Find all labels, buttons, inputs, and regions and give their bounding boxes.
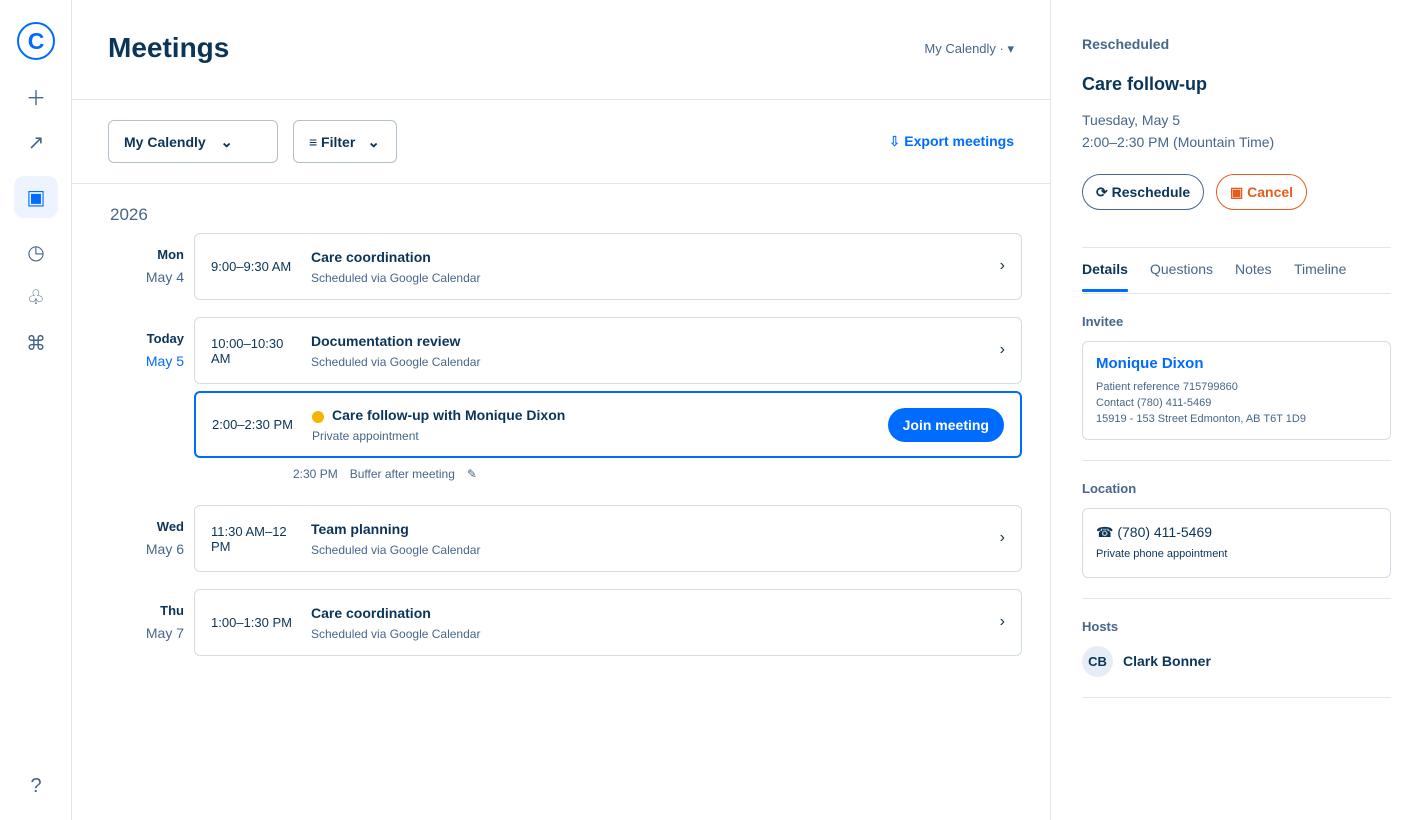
buffer-label: Buffer after meeting (349, 467, 455, 481)
meeting-title: Team planning (311, 521, 409, 537)
filter-label: ≡ Filter (309, 133, 356, 150)
meetings-icon[interactable]: ▣ (14, 176, 58, 218)
divider (1082, 247, 1391, 248)
analytics-icon[interactable]: ↗ (14, 121, 58, 163)
contacts-icon[interactable]: ♧ (14, 276, 58, 318)
meeting-subtitle: Scheduled via Google Calendar (311, 271, 481, 285)
host-name: Clark Bonner (1123, 653, 1211, 669)
active-tab-indicator (1082, 289, 1128, 292)
day-date: May 6 (145, 541, 184, 557)
help-icon[interactable]: ? (14, 765, 58, 807)
join-meeting-button[interactable]: Join meeting (887, 408, 1004, 442)
day-date: May 5 (145, 353, 184, 369)
meeting-subtitle: Scheduled via Google Calendar (311, 627, 481, 641)
day-of-week: Thu (160, 603, 184, 618)
day-label-today: Today May 5 (72, 331, 184, 369)
edit-icon[interactable]: ✎ (467, 467, 477, 481)
calendar-select[interactable]: My Calendly ⌄ (108, 120, 278, 163)
left-rail: C ＋ ↗ ▣ ◷ ♧ ⌘ ? (0, 0, 72, 820)
calendar-select-value: My Calendly (124, 133, 206, 150)
meeting-subtitle: Private appointment (312, 429, 419, 443)
meeting-title: Documentation review (311, 333, 461, 349)
filter-button[interactable]: ≡ Filter ⌄ (293, 120, 397, 163)
meeting-card[interactable]: 11:30 AM–12 PM Team planning Scheduled v… (194, 505, 1022, 572)
buffer-row: 2:30 PM Buffer after meeting ✎ (293, 467, 477, 481)
location-card: ☎ (780) 411-5469 Private phone appointme… (1082, 508, 1391, 578)
meeting-date: Tuesday, May 5 (1082, 112, 1181, 128)
meeting-title: Care coordination (311, 249, 431, 265)
chevron-right-icon: › (999, 613, 1005, 630)
divider (1082, 697, 1391, 698)
invitee-contact: Contact (780) 411-5469 (1096, 397, 1212, 409)
calendly-logo[interactable]: C (17, 22, 55, 60)
location-note: Private phone appointment (1096, 548, 1228, 560)
toolbar-divider (72, 183, 1050, 184)
meeting-card[interactable]: 9:00–9:30 AM Care coordination Scheduled… (194, 233, 1022, 300)
divider (1082, 293, 1391, 294)
invitee-section-label: Invitee (1082, 314, 1124, 329)
meetings-main: Meetings My Calendly · ▾ My Calendly ⌄ ≡… (72, 0, 1050, 820)
tab-questions[interactable]: Questions (1150, 261, 1213, 277)
invitee-reference: Patient reference 715799860 (1096, 381, 1238, 393)
day-label: Mon May 4 (72, 247, 184, 285)
day-of-week: Today (146, 331, 184, 346)
day-label: Thu May 7 (72, 603, 184, 641)
buffer-time: 2:30 PM (293, 467, 338, 481)
status-dot (312, 411, 324, 423)
meeting-time: 11:30 AM–12 PM (211, 524, 287, 554)
cancel-button[interactable]: ▣ Cancel (1216, 174, 1308, 210)
create-icon[interactable]: ＋ (14, 75, 58, 117)
meeting-detail-title: Care follow-up (1082, 74, 1207, 94)
meeting-subtitle: Scheduled via Google Calendar (311, 543, 481, 557)
invitee-address: 15919 - 153 Street Edmonton, AB T6T 1D9 (1096, 413, 1306, 425)
meeting-title: Care coordination (311, 605, 431, 621)
hosts-section-label: Hosts (1082, 619, 1119, 634)
chevron-down-icon: ⌄ (220, 134, 233, 151)
header-divider (72, 99, 1050, 100)
day-of-week: Wed (156, 519, 184, 534)
availability-icon[interactable]: ◷ (14, 231, 58, 273)
location-section-label: Location (1082, 481, 1137, 496)
meeting-time: 1:00–1:30 PM (211, 615, 292, 630)
reschedule-button[interactable]: ⟳ Reschedule (1082, 174, 1205, 210)
meeting-card[interactable]: 10:00–10:30 AM Documentation review Sche… (194, 317, 1022, 384)
day-label: Wed May 6 (72, 519, 184, 557)
meeting-status: Rescheduled (1082, 36, 1170, 52)
tab-timeline[interactable]: Timeline (1294, 261, 1346, 277)
divider (1082, 598, 1391, 599)
account-switcher[interactable]: My Calendly · ▾ (924, 41, 1014, 57)
meeting-title: Care follow-up with Monique Dixon (332, 407, 566, 423)
divider (1082, 460, 1391, 461)
export-meetings-link[interactable]: ⇩ Export meetings (889, 133, 1014, 150)
chevron-right-icon: › (999, 257, 1005, 274)
meeting-subtitle: Scheduled via Google Calendar (311, 355, 481, 369)
meeting-time: 9:00–9:30 AM (211, 259, 292, 274)
day-date: May 4 (145, 269, 184, 285)
integrations-icon[interactable]: ⌘ (14, 322, 58, 364)
meeting-card[interactable]: 1:00–1:30 PM Care coordination Scheduled… (194, 589, 1022, 656)
chevron-right-icon: › (999, 529, 1005, 546)
year-label: 2026 (110, 205, 148, 224)
chevron-down-icon: ⌄ (367, 134, 380, 151)
meeting-timespan: 2:00–2:30 PM (Mountain Time) (1082, 134, 1275, 150)
day-date: May 7 (145, 625, 184, 641)
meeting-time: 10:00–10:30 AM (211, 336, 284, 366)
chevron-right-icon: › (999, 341, 1005, 358)
invitee-name[interactable]: Monique Dixon (1096, 355, 1204, 372)
location-phone[interactable]: ☎ (780) 411-5469 (1096, 524, 1212, 541)
meeting-card-selected[interactable]: 2:00–2:30 PM Care follow-up with Monique… (194, 391, 1022, 458)
tab-notes[interactable]: Notes (1235, 261, 1272, 277)
tab-details[interactable]: Details (1082, 261, 1128, 277)
avatar: CB (1082, 646, 1113, 677)
meeting-detail-panel: Rescheduled Care follow-up Tuesday, May … (1050, 0, 1420, 820)
invitee-card: Monique Dixon Patient reference 71579986… (1082, 341, 1391, 440)
day-of-week: Mon (157, 247, 184, 262)
meeting-time: 2:00–2:30 PM (212, 417, 293, 432)
page-title: Meetings (108, 32, 230, 63)
